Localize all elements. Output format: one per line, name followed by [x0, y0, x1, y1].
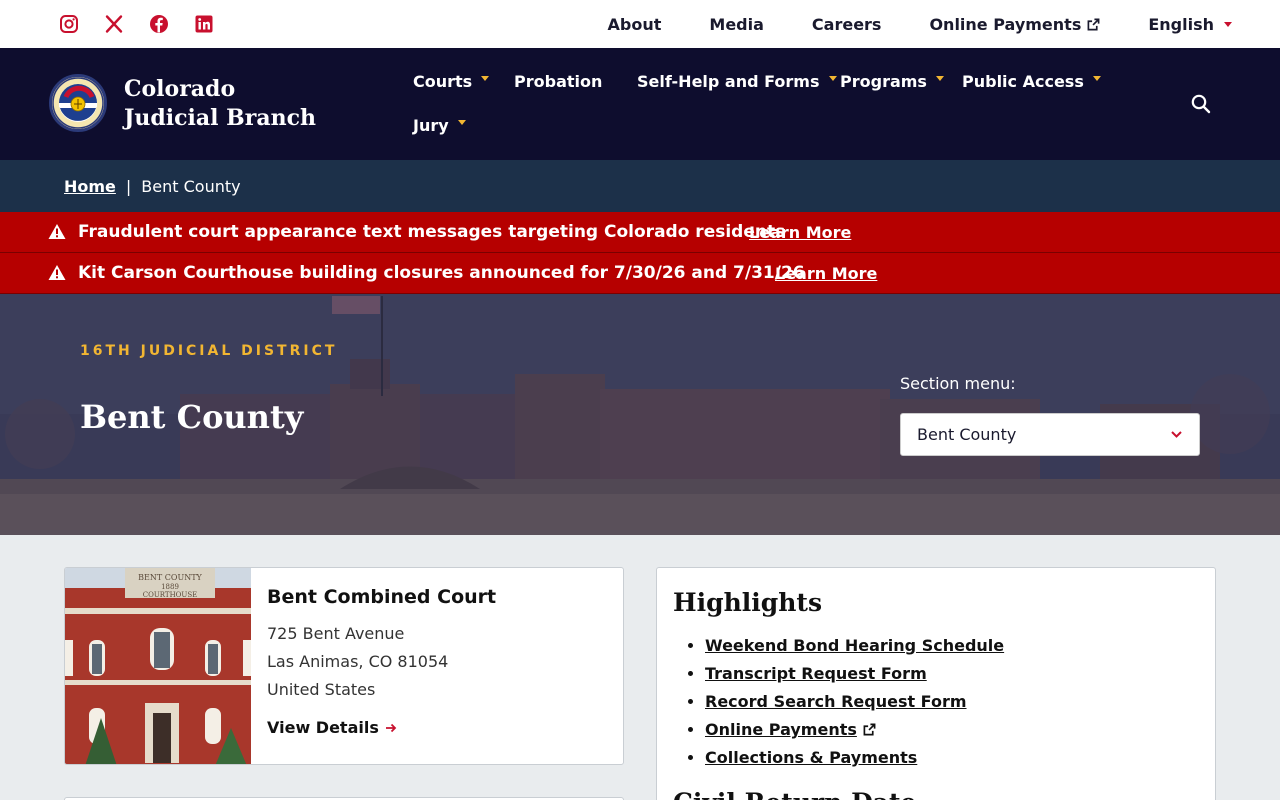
court-address-line3: United States: [267, 680, 376, 699]
language-label: English: [1148, 14, 1214, 34]
warning-icon: [48, 265, 66, 280]
breadcrumb-current: Bent County: [141, 176, 241, 196]
caret-down-icon: [828, 76, 837, 81]
section-menu-value: Bent County: [917, 425, 1017, 444]
page-title: Bent County: [80, 398, 304, 436]
external-link-icon: [863, 723, 876, 736]
nav-public-access-label: Public Access: [962, 72, 1084, 91]
instagram-icon[interactable]: [56, 12, 82, 36]
utility-nav: About Media Careers Online Payments Engl…: [608, 0, 1232, 48]
list-item: Transcript Request Form: [705, 660, 1004, 688]
nav-self-help-label: Self-Help and Forms: [637, 72, 820, 91]
facebook-icon[interactable]: [146, 12, 172, 36]
caret-down-icon: [457, 120, 466, 125]
caret-down-icon: [1224, 21, 1232, 27]
social-links: [56, 12, 217, 36]
view-details-link[interactable]: View Details: [267, 718, 397, 737]
breadcrumb-home[interactable]: Home: [64, 177, 116, 196]
caret-down-icon: [1092, 76, 1101, 81]
nav-programs[interactable]: Programs: [840, 72, 944, 91]
district-kicker: 16TH JUDICIAL DISTRICT: [80, 343, 338, 359]
site-brand-name[interactable]: Colorado Judicial Branch: [124, 75, 334, 133]
alert-message: Fraudulent court appearance text message…: [78, 222, 786, 242]
nav-self-help-and-forms[interactable]: Self-Help and Forms: [637, 72, 837, 91]
court-card: BENT COUNTY 1889 COURTHOUSE Bent Combine…: [64, 567, 624, 765]
court-address-line1: 725 Bent Avenue: [267, 624, 405, 643]
list-item: Online Payments: [705, 716, 1004, 744]
alert-banner: Fraudulent court appearance text message…: [0, 212, 1280, 253]
section-menu-label: Section menu:: [900, 374, 1016, 393]
linkedin-icon[interactable]: [191, 12, 217, 36]
highlights-list: Weekend Bond Hearing Schedule Transcript…: [705, 632, 1004, 772]
nav-public-access[interactable]: Public Access: [962, 72, 1101, 91]
list-item: Collections & Payments: [705, 744, 1004, 772]
court-card-info: Bent Combined Court 725 Bent Avenue Las …: [267, 586, 496, 737]
section-menu-select[interactable]: Bent County: [900, 413, 1200, 456]
nav-programs-label: Programs: [840, 72, 927, 91]
search-icon: [1191, 94, 1211, 114]
civil-return-date-heading: Civil Return Date: [673, 788, 916, 800]
highlights-title: Highlights: [673, 588, 823, 617]
nav-jury[interactable]: Jury: [413, 116, 466, 135]
breadcrumb-separator: |: [125, 176, 132, 196]
alert-learn-more-link[interactable]: Learn More: [775, 264, 877, 283]
highlight-link[interactable]: Online Payments: [705, 720, 857, 739]
caret-down-icon: [481, 76, 490, 81]
utility-bar: About Media Careers Online Payments Engl…: [0, 0, 1280, 48]
courthouse-sign-text-3: COURTHOUSE: [143, 591, 197, 599]
highlight-link[interactable]: Collections & Payments: [705, 748, 917, 767]
court-address-line2: Las Animas, CO 81054: [267, 652, 449, 671]
courthouse-photo: BENT COUNTY 1889 COURTHOUSE: [65, 568, 251, 764]
court-name: Bent Combined Court: [267, 586, 497, 608]
alert-banner: Kit Carson Courthouse building closures …: [0, 253, 1280, 294]
colorado-judicial-seal-logo[interactable]: [49, 74, 107, 132]
highlights-panel: Highlights Weekend Bond Hearing Schedule…: [656, 567, 1216, 800]
highlight-link[interactable]: Weekend Bond Hearing Schedule: [705, 636, 1004, 655]
courthouse-sign-text-1: BENT COUNTY: [138, 573, 202, 582]
site-header: Colorado Judicial Branch Courts Probatio…: [0, 48, 1280, 160]
x-icon[interactable]: [101, 12, 127, 36]
alert-message: Kit Carson Courthouse building closures …: [78, 263, 805, 283]
caret-down-icon: [935, 76, 944, 81]
view-details-label: View Details: [267, 718, 379, 737]
warning-icon: [48, 224, 66, 239]
nav-courts-label: Courts: [413, 72, 473, 91]
media-link[interactable]: Media: [709, 15, 764, 34]
online-payments-label: Online Payments: [929, 14, 1082, 34]
about-link[interactable]: About: [608, 15, 662, 34]
highlight-link[interactable]: Record Search Request Form: [705, 692, 967, 711]
online-payments-link[interactable]: Online Payments: [929, 15, 1100, 34]
hero-banner: 16TH JUDICIAL DISTRICT Bent County Secti…: [0, 294, 1280, 535]
list-item: Record Search Request Form: [705, 688, 1004, 716]
courthouse-sign-text-2: 1889: [161, 583, 179, 591]
arrow-right-icon: [385, 723, 397, 732]
nav-probation[interactable]: Probation: [514, 72, 602, 91]
careers-link[interactable]: Careers: [812, 15, 882, 34]
external-link-icon: [1087, 18, 1100, 30]
chevron-down-icon: [1171, 431, 1182, 438]
language-select[interactable]: English: [1148, 15, 1232, 34]
breadcrumb: Home | Bent County: [0, 160, 1280, 212]
nav-jury-label: Jury: [413, 116, 449, 135]
search-button[interactable]: [1190, 93, 1212, 115]
list-item: Weekend Bond Hearing Schedule: [705, 632, 1004, 660]
highlight-link[interactable]: Transcript Request Form: [705, 664, 927, 683]
nav-courts[interactable]: Courts: [413, 72, 490, 91]
alert-learn-more-link[interactable]: Learn More: [749, 223, 851, 242]
